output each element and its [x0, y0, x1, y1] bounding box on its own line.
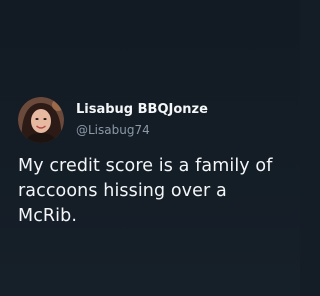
avatar[interactable] — [18, 97, 64, 143]
tweet-header: Lisabug BBQJonze @Lisabug74 — [18, 96, 208, 144]
author-handle[interactable]: @Lisabug74 — [76, 121, 208, 139]
author-display-name[interactable]: Lisabug BBQJonze — [76, 101, 208, 118]
tweet-text: My credit score is a family of raccoons … — [18, 156, 273, 226]
author-info: Lisabug BBQJonze @Lisabug74 — [76, 101, 208, 139]
tweet-card: Lisabug BBQJonze @Lisabug74 My credit sc… — [0, 0, 300, 296]
